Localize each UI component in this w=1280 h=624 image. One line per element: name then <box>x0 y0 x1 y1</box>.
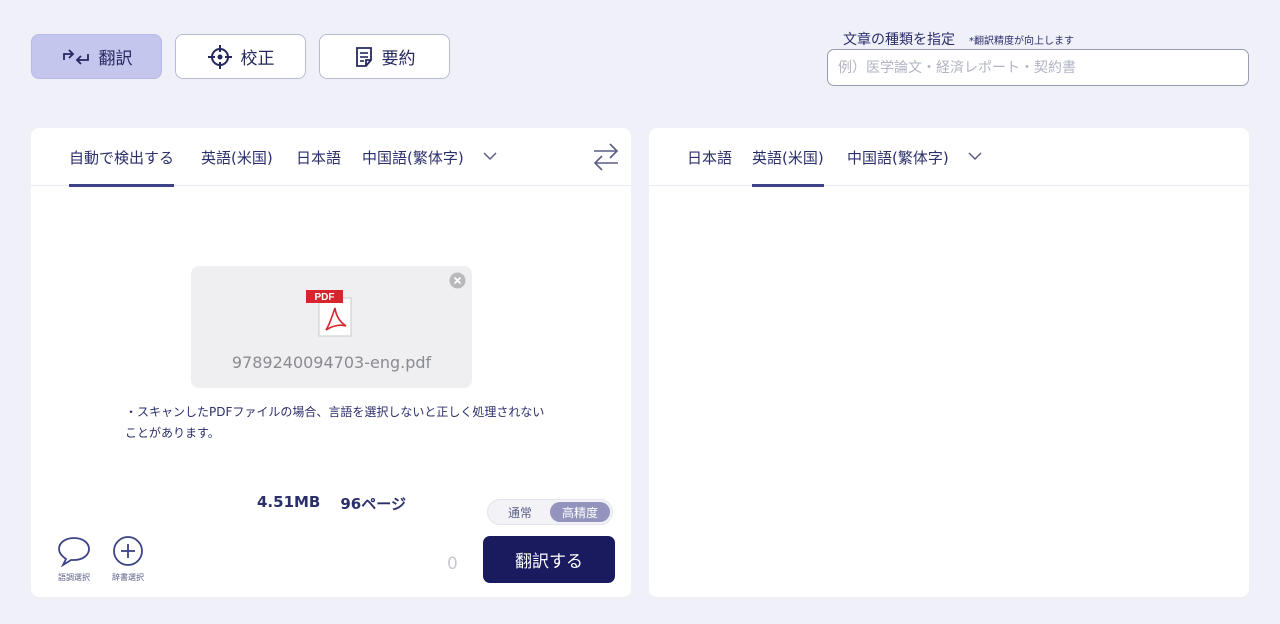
mode-summary-button[interactable]: 要約 <box>319 34 450 79</box>
tone-select-label: 語調選択 <box>58 573 90 582</box>
pdf-badge-text: PDF <box>315 292 335 303</box>
file-name: 9789240094703-eng.pdf <box>231 353 432 372</box>
mode-proofread-button[interactable]: 校正 <box>175 34 306 79</box>
source-language-tabs: 自動で検出する 英語(米国) 日本語 中国語(繁体字) <box>31 128 631 187</box>
speech-bubble-icon <box>58 537 90 568</box>
precision-toggle: 通常 高精度 <box>487 499 613 525</box>
mode-summary-label: 要約 <box>381 49 416 69</box>
mode-translate-button[interactable]: 翻訳 <box>31 34 162 79</box>
dictionary-select-button[interactable]: 辞書選択 <box>104 535 152 583</box>
close-icon[interactable] <box>449 272 466 289</box>
mode-proofread-label: 校正 <box>240 49 275 69</box>
precision-normal-option[interactable]: 通常 <box>490 502 550 522</box>
source-tab-chinese-traditional[interactable]: 中国語(繁体字) <box>362 128 472 186</box>
chevron-down-icon[interactable] <box>967 148 983 164</box>
target-language-tabs: 日本語 英語(米国) 中国語(繁体字) <box>649 128 1249 187</box>
document-icon <box>355 46 372 67</box>
file-size: 4.51MB <box>257 493 321 511</box>
file-info: 4.51MB 96ページ <box>257 493 406 514</box>
source-tab-english-us[interactable]: 英語(米国) <box>201 128 273 186</box>
source-tab-auto[interactable]: 自動で検出する <box>69 128 175 187</box>
precision-high-option[interactable]: 高精度 <box>550 502 610 522</box>
app-root: 翻訳 校正 要約 文章の種類を指定 *翻訳精度が向上します 自動で検出する <box>0 0 1280 624</box>
pdf-file-icon: PDF <box>306 290 352 337</box>
character-count: 0 <box>447 554 458 574</box>
mode-translate-label: 翻訳 <box>98 49 133 69</box>
doc-type-note: *翻訳精度が向上します <box>969 36 1074 47</box>
translate-button[interactable]: 翻訳する <box>483 536 615 583</box>
doc-type-label: 文章の種類を指定 <box>843 32 955 48</box>
doc-type-heading: 文章の種類を指定 *翻訳精度が向上します <box>843 29 1074 49</box>
target-tab-chinese-traditional[interactable]: 中国語(繁体字) <box>847 128 957 186</box>
doc-type-input[interactable] <box>827 49 1249 86</box>
translate-cycle-icon <box>62 48 89 65</box>
target-tab-japanese[interactable]: 日本語 <box>687 128 732 186</box>
plus-circle-icon <box>113 536 143 566</box>
chevron-down-icon[interactable] <box>482 148 498 164</box>
swap-languages-icon[interactable] <box>591 140 621 174</box>
source-tab-japanese[interactable]: 日本語 <box>296 128 341 186</box>
dictionary-select-label: 辞書選択 <box>112 573 144 582</box>
source-panel: 自動で検出する 英語(米国) 日本語 中国語(繁体字) PDF 97892400… <box>31 128 631 597</box>
tone-select-button[interactable]: 語調選択 <box>50 535 98 583</box>
file-pages: 96ページ <box>340 495 406 513</box>
crosshair-icon <box>207 44 232 69</box>
target-panel: 日本語 英語(米国) 中国語(繁体字) <box>649 128 1249 597</box>
target-tab-english-us[interactable]: 英語(米国) <box>752 128 824 187</box>
uploaded-file-card: PDF 9789240094703-eng.pdf <box>191 266 472 388</box>
scan-notice: ・スキャンしたPDFファイルの場合、言語を選択しないと正しく処理されないことがあ… <box>125 405 545 440</box>
